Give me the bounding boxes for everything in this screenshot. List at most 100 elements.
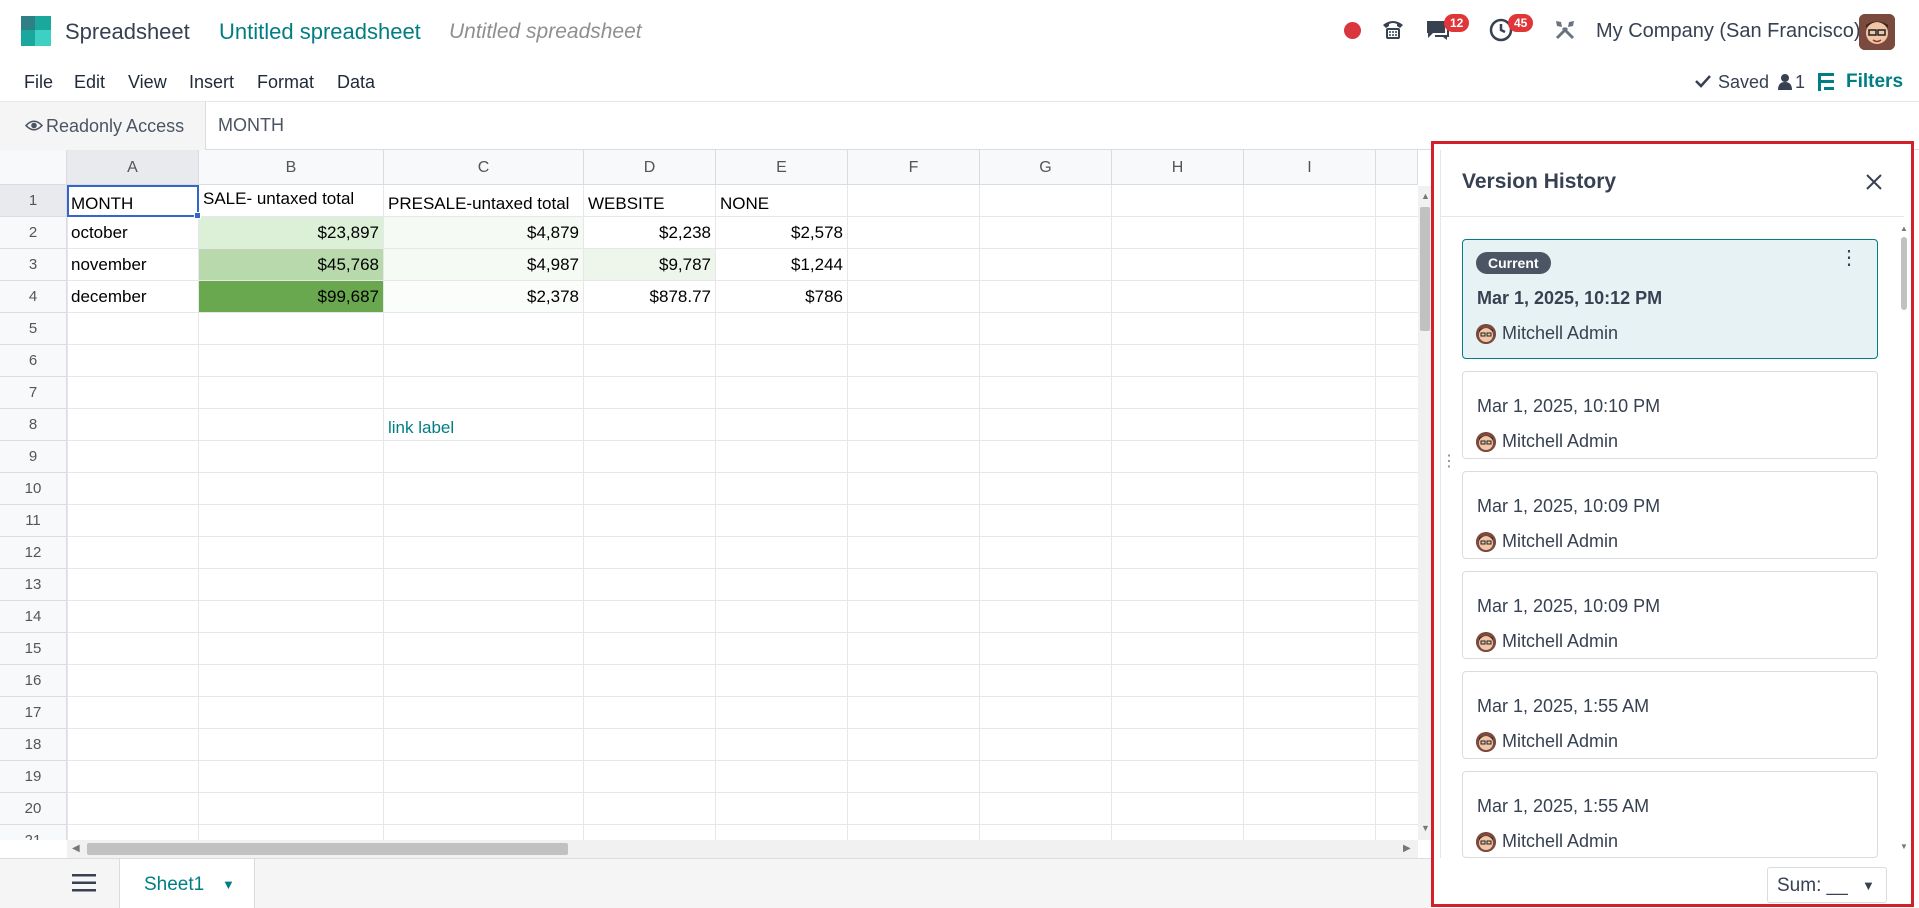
cell-b2[interactable]: $23,897 [199,217,383,248]
column-header-a[interactable]: A [67,150,199,185]
column-header-c[interactable]: C [384,150,584,185]
cell-c2[interactable]: $4,879 [384,217,583,248]
scroll-left-icon[interactable]: ◀ [72,843,80,854]
cell-d3[interactable]: $9,787 [584,249,715,280]
menu-format[interactable]: Format [257,72,314,93]
column-header-g[interactable]: G [980,150,1112,185]
column-header-e[interactable]: E [716,150,848,185]
cell-a3[interactable]: november [67,249,198,280]
column-header-i[interactable]: I [1244,150,1376,185]
version-item[interactable]: Mar 1, 2025, 1:55 AM Mitchell Admin [1462,771,1878,858]
row-header-4[interactable]: 4 [0,281,67,313]
phone-icon[interactable] [1380,16,1406,48]
cell-e3[interactable]: $1,244 [716,249,847,280]
panel-header-divider [1440,216,1904,217]
company-switcher[interactable]: My Company (San Francisco) [1596,20,1861,43]
version-options-icon[interactable]: ⋮ [1839,248,1859,268]
scroll-down-icon[interactable]: ▼ [1421,823,1430,833]
panel-scrollbar-thumb[interactable] [1901,237,1907,310]
spreadsheet-logo-icon[interactable] [21,16,51,46]
menu-insert[interactable]: Insert [189,72,234,93]
sum-label[interactable]: Sum: __ [1777,875,1848,897]
cell-c4[interactable]: $2,378 [384,281,583,312]
close-icon[interactable] [1865,170,1883,198]
menu-data[interactable]: Data [337,72,375,93]
version-item-current[interactable]: Current ⋮ Mar 1, 2025, 10:12 PM Mitchell Ad… [1462,239,1878,359]
row-header-20[interactable]: 20 [0,793,67,825]
panel-scroll-up-icon[interactable]: ▲ [1900,224,1908,233]
row-header-5[interactable]: 5 [0,313,67,345]
row-header-7[interactable]: 7 [0,377,67,409]
cell-b3[interactable]: $45,768 [199,249,383,280]
cell-c3[interactable]: $4,987 [384,249,583,280]
row-header-19[interactable]: 19 [0,761,67,793]
scroll-right-icon[interactable]: ▶ [1403,843,1411,854]
row-header-17[interactable]: 17 [0,697,67,729]
gridline [67,472,1418,473]
sheet-tab-caret-icon[interactable]: ▼ [222,877,235,892]
version-item[interactable]: Mar 1, 2025, 10:09 PM Mitchell Admin [1462,571,1878,659]
row-header-21[interactable]: 21 [0,825,67,840]
version-item[interactable]: Mar 1, 2025, 1:55 AM Mitchell Admin [1462,671,1878,759]
row-header-6[interactable]: 6 [0,345,67,377]
column-header-h[interactable]: H [1112,150,1244,185]
cell-b1[interactable]: SALE- untaxed total [199,185,383,216]
row-header-2[interactable]: 2 [0,217,67,249]
menu-file[interactable]: File [24,72,53,93]
hamburger-menu-icon[interactable] [72,874,96,892]
version-item[interactable]: Mar 1, 2025, 10:10 PM Mitchell Admin [1462,371,1878,459]
row-header-18[interactable]: 18 [0,729,67,761]
row-header-12[interactable]: 12 [0,537,67,569]
fill-handle[interactable] [194,212,201,219]
vertical-scrollbar-thumb[interactable] [1420,207,1430,331]
cell-c8[interactable]: link label [384,409,583,440]
row-header-8[interactable]: 8 [0,409,67,441]
cell-a2[interactable]: october [67,217,198,248]
row-header-15[interactable]: 15 [0,633,67,665]
cell-e4[interactable]: $786 [716,281,847,312]
column-header-f[interactable]: F [848,150,980,185]
cell-c1[interactable]: PRESALE-untaxed total [384,185,583,216]
cell-d4[interactable]: $878.77 [584,281,715,312]
cell-d2[interactable]: $2,238 [584,217,715,248]
horizontal-scrollbar-thumb[interactable] [87,843,568,855]
user-avatar[interactable] [1859,14,1895,50]
row-header-1[interactable]: 1 [0,185,67,217]
row-header-13[interactable]: 13 [0,569,67,601]
panel-scroll-down-icon[interactable]: ▼ [1900,842,1908,851]
formula-input[interactable]: MONTH [218,115,284,136]
user-avatar-icon [1476,732,1496,752]
menu-view[interactable]: View [128,72,167,93]
spreadsheet-grid[interactable]: A B C D E F G H I 1 2 3 4 5 6 7 8 9 10 11 12 13 14 15 16 17 18 19 20… [0,150,1418,840]
saved-status: Saved [1718,72,1770,92]
column-header-b[interactable]: B [199,150,384,185]
row-header-11[interactable]: 11 [0,505,67,537]
row-header-3[interactable]: 3 [0,249,67,281]
sum-caret-icon[interactable]: ▼ [1862,878,1875,893]
row-header-14[interactable]: 14 [0,601,67,633]
filters-icon[interactable] [1818,72,1840,97]
scroll-up-icon[interactable]: ▲ [1421,191,1430,201]
cell-e1[interactable]: NONE [716,185,847,216]
menu-edit[interactable]: Edit [74,72,105,93]
row-header-9[interactable]: 9 [0,441,67,473]
app-name[interactable]: Spreadsheet [65,19,190,45]
select-all-corner[interactable] [0,150,67,185]
cell-a1[interactable]: MONTH [67,185,198,216]
version-author: Mitchell Admin [1502,323,1619,343]
filters-button[interactable]: Filters [1846,71,1903,93]
resize-handle-icon[interactable]: ⋮ [1441,454,1457,486]
cell-b4[interactable]: $99,687 [199,281,383,312]
cell-e2[interactable]: $2,578 [716,217,847,248]
record-indicator-icon[interactable] [1344,22,1361,39]
sheet-tab-label[interactable]: Sheet1 [144,874,204,896]
tools-icon[interactable] [1554,19,1576,46]
current-badge: Current [1476,252,1551,274]
cell-a4[interactable]: december [67,281,198,312]
row-header-16[interactable]: 16 [0,665,67,697]
cell-d1[interactable]: WEBSITE [584,185,715,216]
row-header-10[interactable]: 10 [0,473,67,505]
doc-title[interactable]: Untitled spreadsheet [219,19,421,45]
column-header-d[interactable]: D [584,150,716,185]
version-item[interactable]: Mar 1, 2025, 10:09 PM Mitchell Admin [1462,471,1878,559]
